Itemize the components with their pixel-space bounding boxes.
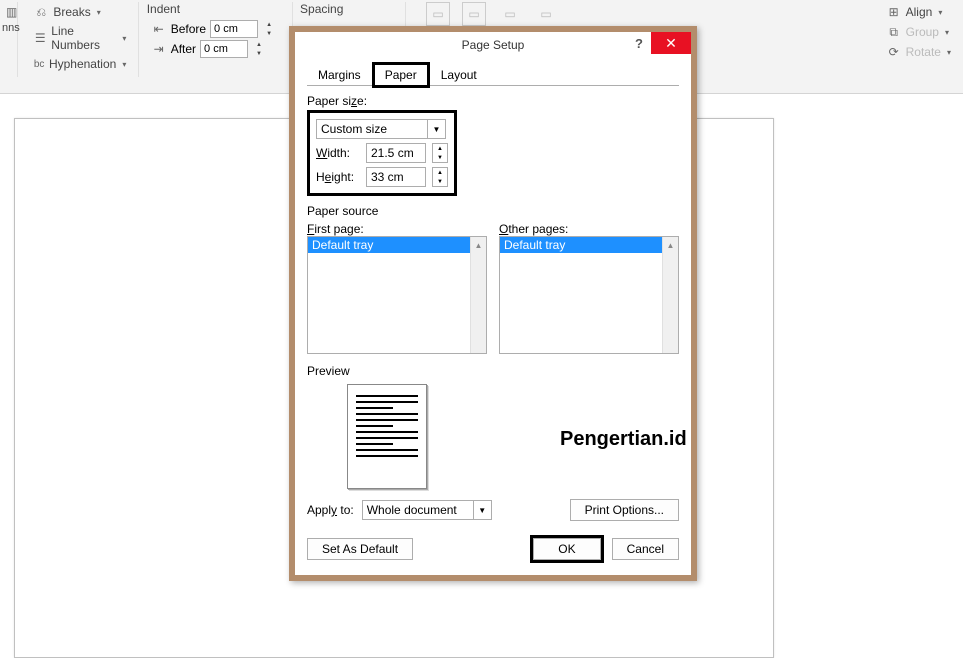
first-page-listbox[interactable]: Default tray ▲ xyxy=(307,236,487,354)
paper-source-label: Paper source xyxy=(307,204,679,218)
paper-size-label: Paper size: xyxy=(307,94,679,108)
cancel-button[interactable]: Cancel xyxy=(612,538,679,560)
list-item[interactable]: Default tray xyxy=(308,237,486,253)
indent-left-icon: ⇤ xyxy=(151,21,167,37)
indent-heading: Indent xyxy=(147,2,180,16)
height-label: Height: xyxy=(316,170,360,184)
hyphenation-icon: bc xyxy=(33,56,45,72)
apply-to-value: Whole document xyxy=(363,503,473,517)
close-button[interactable]: ✕ xyxy=(651,32,691,54)
spinner-up[interactable]: ▲ xyxy=(252,40,266,49)
align-label: Align xyxy=(906,5,933,19)
chevron-down-icon: ▾ xyxy=(938,8,942,17)
scroll-up-icon[interactable]: ▲ xyxy=(471,237,486,253)
wrap-text-icon[interactable]: ▭ xyxy=(462,2,486,26)
paper-size-combo[interactable]: Custom size ▼ xyxy=(316,119,446,139)
chevron-down-icon[interactable]: ▼ xyxy=(473,501,491,519)
page-setup-dialog: Page Setup ? ✕ Margins Paper Layout Pape… xyxy=(289,26,697,581)
watermark-text: Pengertian.id xyxy=(560,428,687,451)
hyphenation-button[interactable]: bc Hyphenation ▾ xyxy=(29,54,130,74)
spinner-down[interactable]: ▼ xyxy=(262,29,276,38)
print-options-button[interactable]: Print Options... xyxy=(570,499,679,521)
other-pages-listbox[interactable]: Default tray ▲ xyxy=(499,236,679,354)
spinner-up[interactable]: ▲ xyxy=(433,144,447,153)
tab-paper[interactable]: Paper xyxy=(372,62,430,88)
chevron-down-icon: ▾ xyxy=(97,8,101,17)
breaks-button[interactable]: ⎌ Breaks ▾ xyxy=(29,2,130,22)
set-default-button[interactable]: Set As Default xyxy=(307,538,413,560)
ok-button[interactable]: OK xyxy=(533,538,600,560)
after-label: After xyxy=(171,42,196,56)
dialog-title: Page Setup xyxy=(462,38,525,52)
paper-size-value: Custom size xyxy=(317,122,427,136)
scroll-up-icon[interactable]: ▲ xyxy=(663,237,678,253)
spinner-down[interactable]: ▼ xyxy=(433,177,447,186)
list-item[interactable]: Default tray xyxy=(500,237,678,253)
first-page-label: First page: xyxy=(307,222,487,236)
group-icon: ⧉ xyxy=(886,24,902,40)
apply-to-label: Apply to: xyxy=(307,503,354,517)
help-button[interactable]: ? xyxy=(635,36,643,51)
indent-right-icon: ⇥ xyxy=(151,41,167,57)
group-label: Group xyxy=(906,25,939,39)
chevron-down-icon: ▾ xyxy=(122,34,126,43)
align-button[interactable]: ⊞ Align ▾ xyxy=(882,2,955,22)
height-input[interactable] xyxy=(366,167,426,187)
tab-margins[interactable]: Margins xyxy=(307,63,372,86)
indent-before-input[interactable] xyxy=(210,20,258,38)
send-backward-icon[interactable]: ▭ xyxy=(534,2,558,26)
columns-button[interactable]: ▥ xyxy=(2,2,15,22)
line-numbers-label: Line Numbers xyxy=(51,24,116,52)
spacing-heading: Spacing xyxy=(300,2,343,16)
align-icon: ⊞ xyxy=(886,4,902,20)
spinner-down[interactable]: ▼ xyxy=(433,153,447,162)
breaks-icon: ⎌ xyxy=(33,4,49,20)
apply-to-combo[interactable]: Whole document ▼ xyxy=(362,500,492,520)
other-pages-label: Other pages: xyxy=(499,222,679,236)
columns-icon: ▥ xyxy=(6,4,17,20)
rotate-label: Rotate xyxy=(906,45,941,59)
scrollbar[interactable]: ▲ xyxy=(470,237,486,353)
chevron-down-icon: ▾ xyxy=(947,48,951,57)
spinner-down[interactable]: ▼ xyxy=(252,49,266,58)
line-numbers-button[interactable]: ☰ Line Numbers ▾ xyxy=(29,22,130,54)
rotate-icon: ⟳ xyxy=(886,44,902,60)
group-button[interactable]: ⧉ Group ▾ xyxy=(882,22,955,42)
columns-label-fragment: nns xyxy=(2,22,15,34)
spinner-up[interactable]: ▲ xyxy=(433,168,447,177)
chevron-down-icon[interactable]: ▼ xyxy=(427,120,445,138)
width-label: Width: xyxy=(316,146,360,160)
preview-thumbnail xyxy=(347,384,427,489)
chevron-down-icon: ▾ xyxy=(945,28,949,37)
width-input[interactable] xyxy=(366,143,426,163)
position-icon[interactable]: ▭ xyxy=(426,2,450,26)
tab-layout[interactable]: Layout xyxy=(430,63,488,86)
chevron-down-icon: ▾ xyxy=(122,60,126,69)
hyphenation-label: Hyphenation xyxy=(49,57,116,71)
before-label: Before xyxy=(171,22,206,36)
scrollbar[interactable]: ▲ xyxy=(662,237,678,353)
rotate-button[interactable]: ⟳ Rotate ▾ xyxy=(882,42,955,62)
bring-forward-icon[interactable]: ▭ xyxy=(498,2,522,26)
indent-after-input[interactable] xyxy=(200,40,248,58)
line-numbers-icon: ☰ xyxy=(33,30,47,46)
preview-label: Preview xyxy=(307,364,679,378)
breaks-label: Breaks xyxy=(53,5,90,19)
spinner-up[interactable]: ▲ xyxy=(262,20,276,29)
